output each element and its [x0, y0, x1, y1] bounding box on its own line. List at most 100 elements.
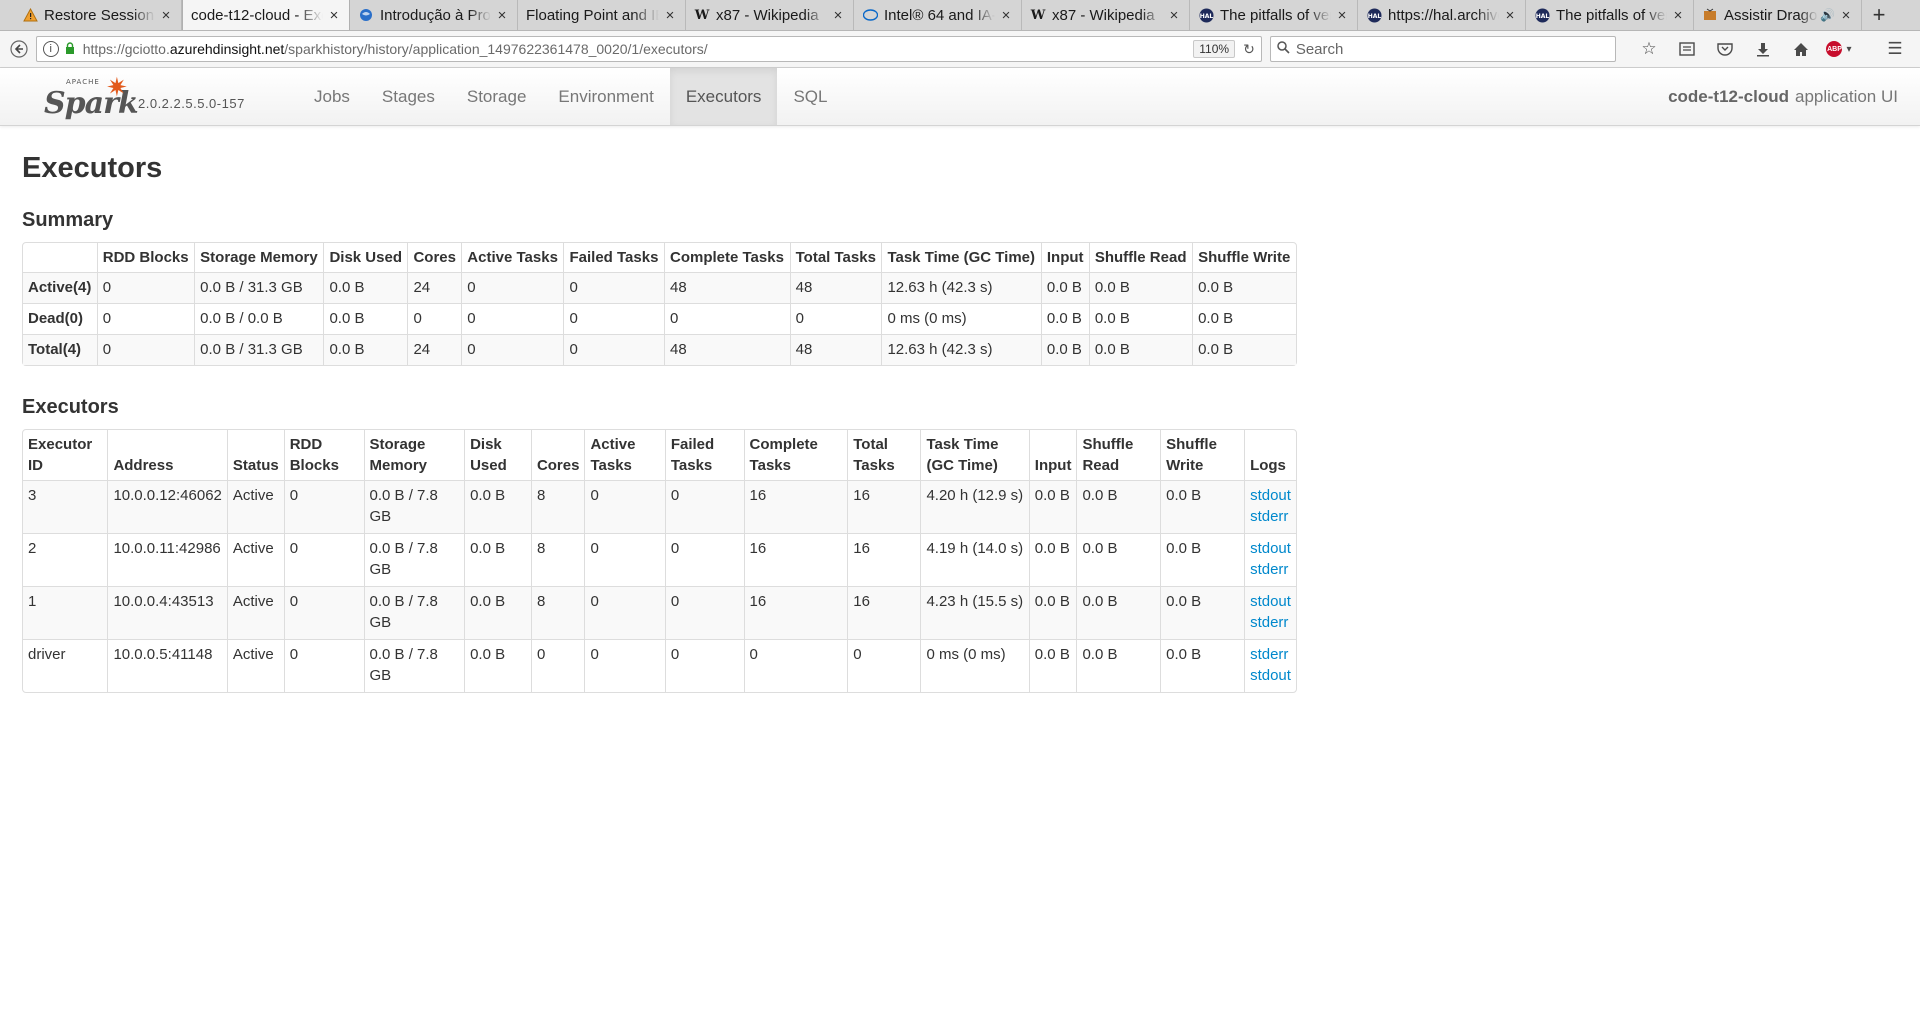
- new-tab-button[interactable]: +: [1862, 0, 1896, 30]
- url-bar[interactable]: i https://gciotto.azurehdinsight.net/spa…: [35, 36, 1262, 62]
- stderr-log-link[interactable]: stderr: [1250, 559, 1291, 580]
- stdout-log-link[interactable]: stdout: [1250, 665, 1291, 686]
- reader-list-icon[interactable]: [1668, 36, 1706, 62]
- browser-tab[interactable]: Restore Session ×: [14, 0, 182, 30]
- executors-column-header[interactable]: Input: [1028, 430, 1077, 480]
- browser-tab[interactable]: Wx87 - Wikipedia ×: [686, 0, 854, 30]
- executors-column-header[interactable]: Logs: [1244, 430, 1296, 480]
- summary-column-header[interactable]: Shuffle Write: [1192, 243, 1296, 272]
- close-tab-icon[interactable]: ×: [999, 7, 1013, 24]
- summary-cell: 0.0 B: [323, 272, 408, 303]
- executors-column-header[interactable]: Executor ID: [23, 430, 107, 480]
- stdout-log-link[interactable]: stdout: [1250, 485, 1291, 506]
- executors-column-header[interactable]: Failed Tasks: [664, 430, 744, 480]
- url-text[interactable]: https://gciotto.azurehdinsight.net/spark…: [83, 41, 1194, 57]
- site-info-icon[interactable]: i: [42, 41, 59, 57]
- browser-tab[interactable]: Intel® 64 and IA-32×: [854, 0, 1022, 30]
- executors-column-header[interactable]: Cores: [530, 430, 585, 480]
- browser-tab[interactable]: Introdução à Programação×: [350, 0, 518, 30]
- executors-column-header[interactable]: Total Tasks: [847, 430, 920, 480]
- download-icon[interactable]: [1744, 36, 1782, 62]
- summary-column-header[interactable]: Task Time (GC Time): [881, 243, 1040, 272]
- close-tab-icon[interactable]: ×: [663, 7, 677, 24]
- nav-sql[interactable]: SQL: [777, 68, 843, 125]
- executors-column-header[interactable]: Task Time (GC Time): [920, 430, 1028, 480]
- executors-column-header[interactable]: Shuffle Read: [1076, 430, 1160, 480]
- close-tab-icon[interactable]: ×: [1503, 7, 1517, 24]
- hal-icon: HAL: [1198, 7, 1214, 23]
- executors-column-header[interactable]: RDD Blocks: [283, 430, 364, 480]
- nav-jobs[interactable]: Jobs: [298, 68, 366, 125]
- menu-icon[interactable]: ☰: [1876, 36, 1914, 62]
- speaker-icon[interactable]: 🔊: [1820, 8, 1835, 22]
- bookmark-star-icon[interactable]: ☆: [1630, 36, 1668, 62]
- close-tab-icon[interactable]: ×: [1335, 7, 1349, 24]
- executor-cell: 16: [847, 533, 921, 586]
- summary-column-header[interactable]: Total Tasks: [789, 243, 882, 272]
- back-button[interactable]: [6, 36, 32, 62]
- close-tab-icon[interactable]: ×: [831, 7, 845, 24]
- executors-column-header[interactable]: Disk Used: [464, 430, 531, 480]
- close-tab-icon[interactable]: ×: [1167, 7, 1181, 24]
- summary-column-header[interactable]: Disk Used: [323, 243, 407, 272]
- summary-cell: 0: [461, 303, 564, 334]
- stderr-log-link[interactable]: stderr: [1250, 612, 1291, 633]
- zoom-indicator[interactable]: 110%: [1193, 40, 1236, 58]
- nav-environment[interactable]: Environment: [542, 68, 669, 125]
- executors-column-header[interactable]: Storage Memory: [363, 430, 465, 480]
- summary-column-header[interactable]: Shuffle Read: [1088, 243, 1192, 272]
- summary-column-header[interactable]: Input: [1040, 243, 1089, 272]
- summary-column-header[interactable]: Failed Tasks: [563, 243, 664, 272]
- summary-column-header[interactable]: RDD Blocks: [96, 243, 194, 272]
- executor-cell: 0: [584, 480, 665, 533]
- browser-tab[interactable]: HAL https://hal.archives×: [1358, 0, 1526, 30]
- pocket-icon[interactable]: [1706, 36, 1744, 62]
- close-tab-icon[interactable]: ×: [159, 7, 173, 24]
- tab-title: https://hal.archives: [1388, 6, 1499, 24]
- executors-column-header[interactable]: Active Tasks: [584, 430, 664, 480]
- nav-executors[interactable]: Executors: [669, 68, 778, 125]
- executor-cell: driver: [23, 639, 108, 692]
- summary-column-header[interactable]: Active Tasks: [461, 243, 563, 272]
- executors-column-header[interactable]: Complete Tasks: [743, 430, 848, 480]
- summary-row: Total(4) 0 0.0 B / 31.3 GB 0.0 B 24 0 0 48 48 12.…: [23, 334, 1296, 365]
- stdout-log-link[interactable]: stdout: [1250, 538, 1291, 559]
- nav-storage[interactable]: Storage: [451, 68, 543, 125]
- summary-column-header[interactable]: [23, 243, 97, 272]
- executor-cell: 0: [664, 480, 744, 533]
- summary-column-header[interactable]: Complete Tasks: [663, 243, 790, 272]
- stdout-log-link[interactable]: stdout: [1250, 591, 1291, 612]
- executor-cell: 2: [23, 533, 108, 586]
- search-bar[interactable]: Search: [1269, 36, 1616, 62]
- executor-cell: Active: [226, 480, 284, 533]
- adblock-icon[interactable]: ABP ▾: [1820, 36, 1858, 62]
- executors-column-header[interactable]: Address: [107, 430, 226, 480]
- browser-tab[interactable]: code-t12-cloud - Executors×: [182, 0, 350, 30]
- close-tab-icon[interactable]: ×: [327, 7, 341, 24]
- nav-stages[interactable]: Stages: [366, 68, 451, 125]
- close-tab-icon[interactable]: ×: [1671, 7, 1685, 24]
- stderr-log-link[interactable]: stderr: [1250, 644, 1291, 665]
- browser-tab[interactable]: HAL The pitfalls of verifying×: [1190, 0, 1358, 30]
- application-title: code-t12-cloud application UI: [1668, 87, 1898, 106]
- spark-brand[interactable]: APACHE Spark ✷ 2.0.2.2.5.5.0-157: [0, 68, 288, 125]
- tab-title: Introdução à Programação: [380, 6, 491, 24]
- stderr-log-link[interactable]: stderr: [1250, 506, 1291, 527]
- close-tab-icon[interactable]: ×: [1839, 7, 1853, 24]
- executors-column-header[interactable]: Status: [226, 430, 284, 480]
- summary-column-header[interactable]: Cores: [407, 243, 461, 272]
- hal-icon: HAL: [1534, 7, 1550, 23]
- wikipedia-icon: W: [694, 7, 710, 23]
- summary-cell: 0: [663, 303, 790, 334]
- browser-tab[interactable]: HAL The pitfalls of verifying×: [1526, 0, 1694, 30]
- browser-tab[interactable]: Floating Point and IEEE×: [518, 0, 686, 30]
- executor-logs-cell: stdout stderr: [1244, 533, 1296, 586]
- browser-tab[interactable]: Wx87 - Wikipedia ×: [1022, 0, 1190, 30]
- summary-column-header[interactable]: Storage Memory: [194, 243, 323, 272]
- browser-tab[interactable]: Assistir Dragon 🔊 ×: [1694, 0, 1862, 30]
- table-row: driver 10.0.0.5:41148 Active 0 0.0 B / 7.8 G…: [23, 639, 1296, 692]
- close-tab-icon[interactable]: ×: [495, 7, 509, 24]
- reload-icon[interactable]: ↻: [1243, 41, 1255, 58]
- executors-column-header[interactable]: Shuffle Write: [1160, 430, 1244, 480]
- home-icon[interactable]: [1782, 36, 1820, 62]
